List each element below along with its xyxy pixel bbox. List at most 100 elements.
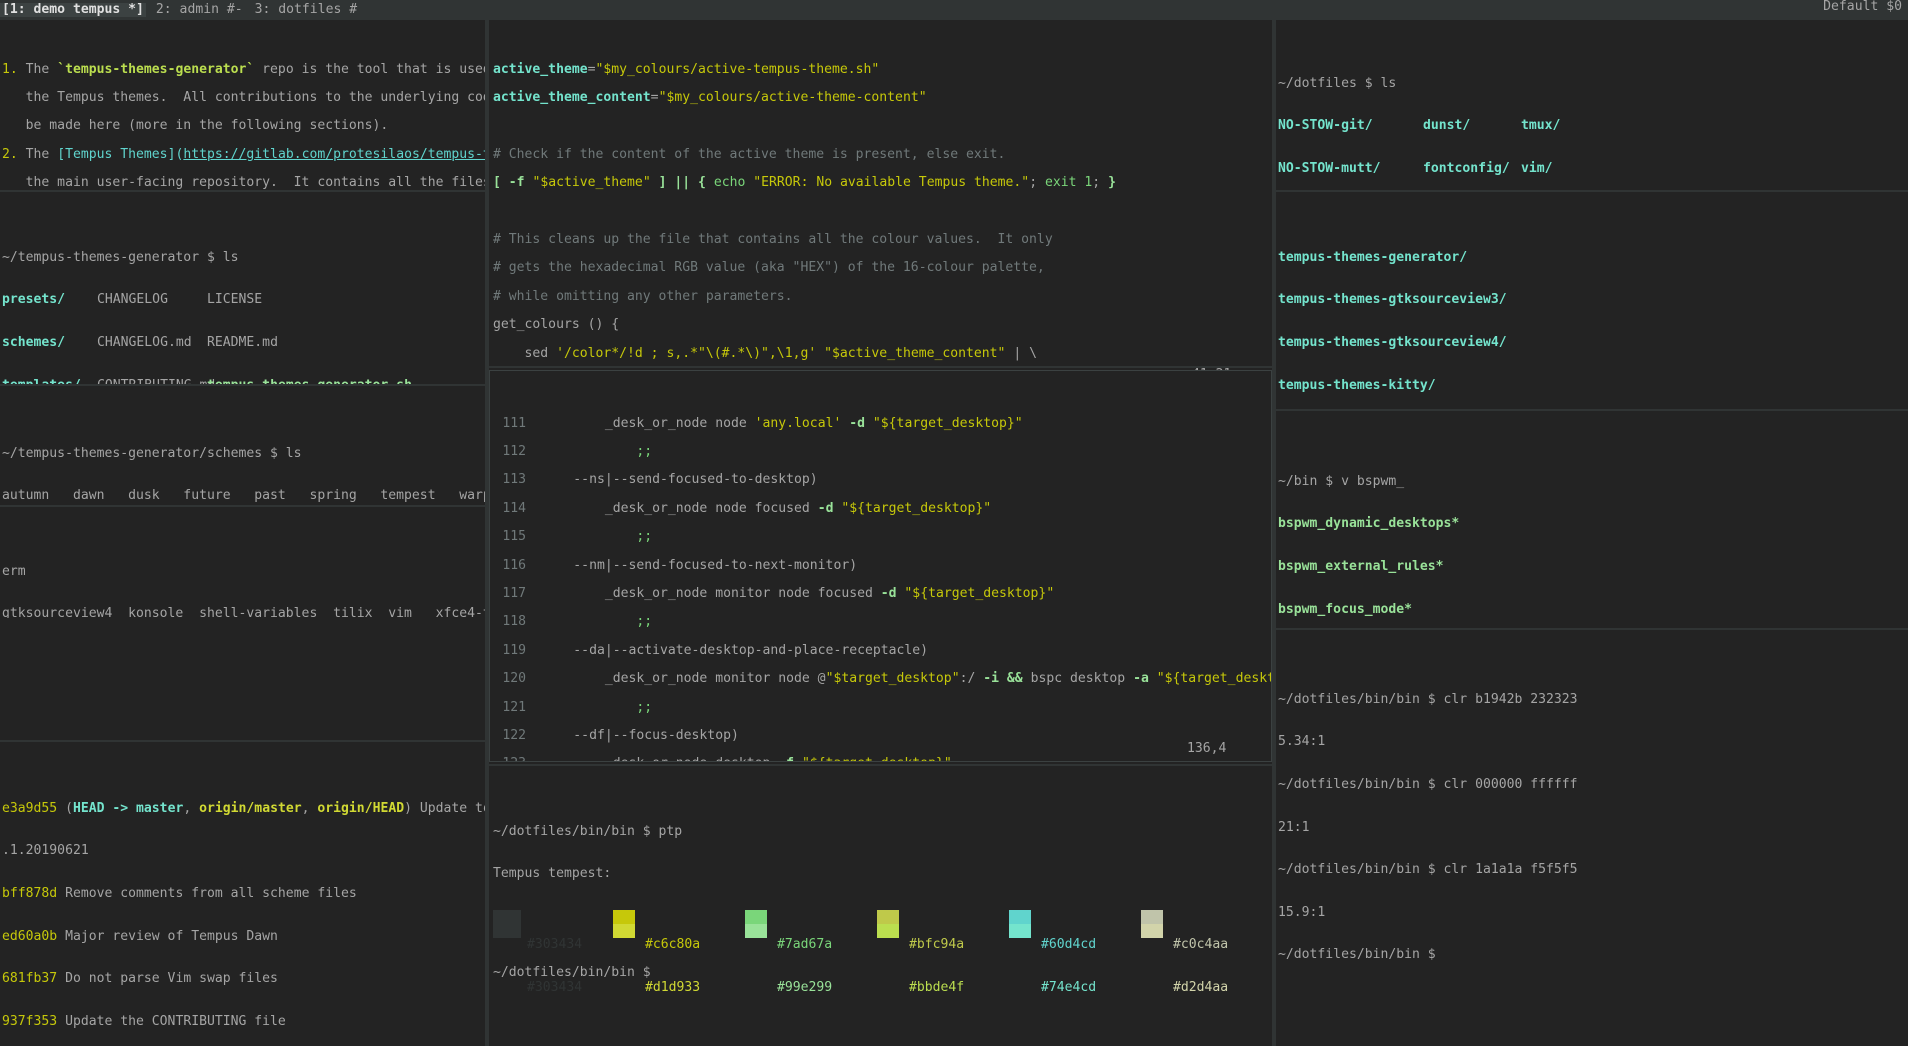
code-line: [ -f "$active_theme" ] || { echo "ERROR:… — [493, 175, 1116, 191]
shell-prompt-line: ~/bin $ v bspwm_ — [1278, 473, 1405, 489]
code-line-numbered: 115 ;; — [502, 529, 653, 545]
shell-prompt-line: ~/dotfiles/bin/bin $ clr 000000 ffffff — [1278, 777, 1578, 793]
pane-divider-left-1 — [0, 190, 485, 192]
git-log-row: ed60a0b Major review of Tempus Dawn — [2, 928, 278, 944]
palette-hex-1-bottom: #99e299 — [777, 980, 833, 996]
palette-swatch-row: #303434 #303434 #c6c80a #d1d933 #7ad67a … — [493, 910, 1268, 995]
palette-hex-3-bottom: #74e4cd — [1041, 980, 1097, 996]
vim-status-left: 10,71 11% — [394, 176, 481, 191]
shell-prompt-line: ~/dotfiles/bin/bin $ clr b1942b 232323 — [1278, 691, 1578, 707]
git-log-row: 681fb37 Do not parse Vim swap files — [2, 971, 278, 987]
ls-row: bspwm_focus_mode* — [1278, 601, 1413, 617]
ls-row: tempus-themes-kitty/ — [1278, 377, 1436, 393]
shell-prompt-line: ~/tempus-themes-generator $ ls — [2, 249, 239, 265]
code-line-numbered: 116 --nm|--send-focused-to-next-monitor) — [502, 557, 858, 573]
tmux-session: [1: demo tempus *] 2: admin #- 3: dotfil… — [0, 0, 1908, 1046]
code-line-numbered: 112 ;; — [502, 444, 653, 460]
palette-swatch-bg — [493, 910, 521, 939]
git-log-row: 937f353 Update the CONTRIBUTING file — [2, 1013, 286, 1029]
ls-row: gtksourceview4 konsole shell-variables t… — [2, 606, 485, 618]
palette-swatch-1 — [745, 910, 767, 939]
ls-row: bspwm_external_rules* — [1278, 559, 1444, 575]
palette-hex-2-top: #bfc94a — [909, 937, 965, 953]
shell-output-line: 21:1 — [1278, 819, 1310, 835]
pane-vim-markdown[interactable]: 1. The `tempus-themes-generator` repo is… — [0, 20, 485, 190]
pane-vim-generator-script[interactable]: active_theme="$my_colours/active-tempus-… — [489, 20, 1272, 370]
palette-swatch-2 — [877, 910, 899, 939]
palette-hex-4-bottom: #d2d4aa — [1173, 980, 1229, 996]
ls-row: autumn dawn dusk future past spring temp… — [2, 488, 485, 504]
pane-divider-left-4 — [0, 740, 485, 742]
pane-shell-dotfiles-ls[interactable]: ~/dotfiles $ ls NO-STOW-git/dunst/tmux/ … — [1276, 20, 1908, 190]
ls-row: tempus-themes-generator/ — [1278, 249, 1468, 265]
code-line-numbered: 120 _desk_or_node monitor node @"$target… — [502, 671, 1271, 687]
pane-divider-right-1 — [1276, 190, 1908, 192]
ls-overflow-line: erm — [2, 563, 26, 579]
shell-output-line: 15.9:1 — [1278, 904, 1326, 920]
palette-hex-2-bottom: #bbde4f — [909, 980, 965, 996]
pane-git-log[interactable]: e3a9d55 (HEAD -> master, origin/master, … — [0, 745, 485, 1045]
code-line: active_theme_content="$my_colours/active… — [493, 90, 927, 106]
pane-divider-right-3 — [1276, 628, 1908, 630]
tmux-status-right: Default $0 — [1823, 0, 1902, 14]
pane-palette-preview[interactable]: ~/dotfiles/bin/bin $ ptp Tempus tempest:… — [489, 768, 1272, 1046]
tmux-window-tab-3[interactable]: 3: dotfiles # — [253, 2, 359, 17]
ls-row: presets/CHANGELOG LICENSE — [2, 292, 263, 308]
code-line: # while omitting any other parameters. — [493, 288, 793, 304]
shell-prompt-line: ~/dotfiles/bin/bin $ — [1278, 947, 1436, 963]
ls-row: tempus-themes-gtksourceview4/ — [1278, 335, 1507, 351]
md-link[interactable]: https://gitlab.com/protesilaos/tempus-th… — [183, 147, 485, 162]
shell-output-line: 5.34:1 — [1278, 734, 1326, 750]
pane-shell-templates-ls[interactable]: erm gtksourceview4 konsole shell-variabl… — [0, 508, 485, 618]
ls-row: schemes/CHANGELOG.md README.md — [2, 335, 278, 351]
pane-divider-center-2 — [489, 764, 1272, 766]
code-line: get_colours () { — [493, 317, 620, 333]
palette-title: Tempus tempest: — [493, 866, 612, 882]
vim-position-bottom: 136,4 — [1187, 741, 1227, 757]
code-line-numbered: 119 --da|--activate-desktop-and-place-re… — [502, 642, 929, 658]
tab-gap-2 — [245, 3, 253, 17]
pane-shell-tempus-dirs[interactable]: tempus-themes-generator/ tempus-themes-g… — [1276, 194, 1908, 409]
code-line: # This cleans up the file that contains … — [493, 232, 1053, 248]
tmux-window-tab-2[interactable]: 2: admin #- — [154, 2, 245, 17]
md-line: 2. The [Tempus Themes](https://gitlab.co… — [2, 147, 485, 162]
code-line-numbered: 117 _desk_or_node monitor node focused -… — [502, 586, 1055, 602]
pane-shell-generator-ls[interactable]: ~/tempus-themes-generator $ ls presets/C… — [0, 194, 485, 384]
tmux-window-tab-1[interactable]: [1: demo tempus *] — [0, 2, 146, 18]
ls-row: NO-STOW-mutt/fontconfig/vim/ — [1278, 161, 1553, 177]
ls-row: tempus-themes-gtksourceview3/ — [1278, 292, 1507, 308]
shell-prompt-line: ~/dotfiles/bin/bin $ clr 1a1a1a f5f5f5 — [1278, 862, 1578, 878]
git-log-row: .1.20190621 — [2, 843, 89, 859]
code-line-numbered: 114 _desk_or_node node focused -d "${tar… — [502, 500, 992, 516]
code-line-numbered: 111 _desk_or_node node 'any.local' -d "$… — [502, 415, 1023, 431]
md-line: 1. The `tempus-themes-generator` repo is… — [2, 61, 485, 77]
shell-prompt-line: ~/dotfiles/bin/bin $ ptp — [493, 823, 683, 839]
pane-divider-left-3 — [0, 505, 485, 507]
palette-hex-3-top: #60d4cd — [1041, 937, 1097, 953]
code-line: active_theme="$my_colours/active-tempus-… — [493, 61, 880, 77]
pane-divider-left-2 — [0, 384, 485, 386]
pane-shell-bspwm-scripts[interactable]: ~/bin $ v bspwm_ bspwm_dynamic_desktops*… — [1276, 418, 1908, 618]
vim-status-center-bottom: 136,4 Bot — [1140, 728, 1257, 761]
tmux-status-bar[interactable]: [1: demo tempus *] 2: admin #- 3: dotfil… — [0, 0, 1908, 20]
md-line: the Tempus themes. All contributions to … — [25, 90, 485, 106]
pane-shell-schemes-ls[interactable]: ~/tempus-themes-generator/schemes $ ls a… — [0, 390, 485, 505]
git-log-row: bff878d Remove comments from all scheme … — [2, 886, 357, 902]
shell-prompt-line: ~/tempus-themes-generator/schemes $ ls — [2, 445, 302, 461]
tab-gap — [146, 3, 154, 17]
pane-shell-clr-contrast[interactable]: ~/dotfiles/bin/bin $ clr b1942b 232323 5… — [1276, 636, 1908, 1046]
pane-divider-right-2 — [1276, 409, 1908, 411]
palette-hex-0-bottom: #d1d933 — [645, 980, 701, 996]
ls-row: bspwm_dynamic_desktops* — [1278, 516, 1460, 532]
pane-divider-center-1 — [489, 366, 1272, 368]
palette-hex-4-top: #c0c4aa — [1173, 937, 1229, 953]
palette-hex-0-top: #c6c80a — [645, 937, 701, 953]
shell-prompt-line: ~/dotfiles $ ls — [1278, 75, 1397, 91]
pane-vim-bspwm-script[interactable]: 111 _desk_or_node node 'any.local' -d "$… — [489, 370, 1272, 762]
palette-hex-1-top: #7ad67a — [777, 937, 833, 953]
palette-swatch-0 — [613, 910, 635, 939]
palette-swatch-3 — [1009, 910, 1031, 939]
code-line-numbered: 121 ;; — [502, 699, 653, 715]
